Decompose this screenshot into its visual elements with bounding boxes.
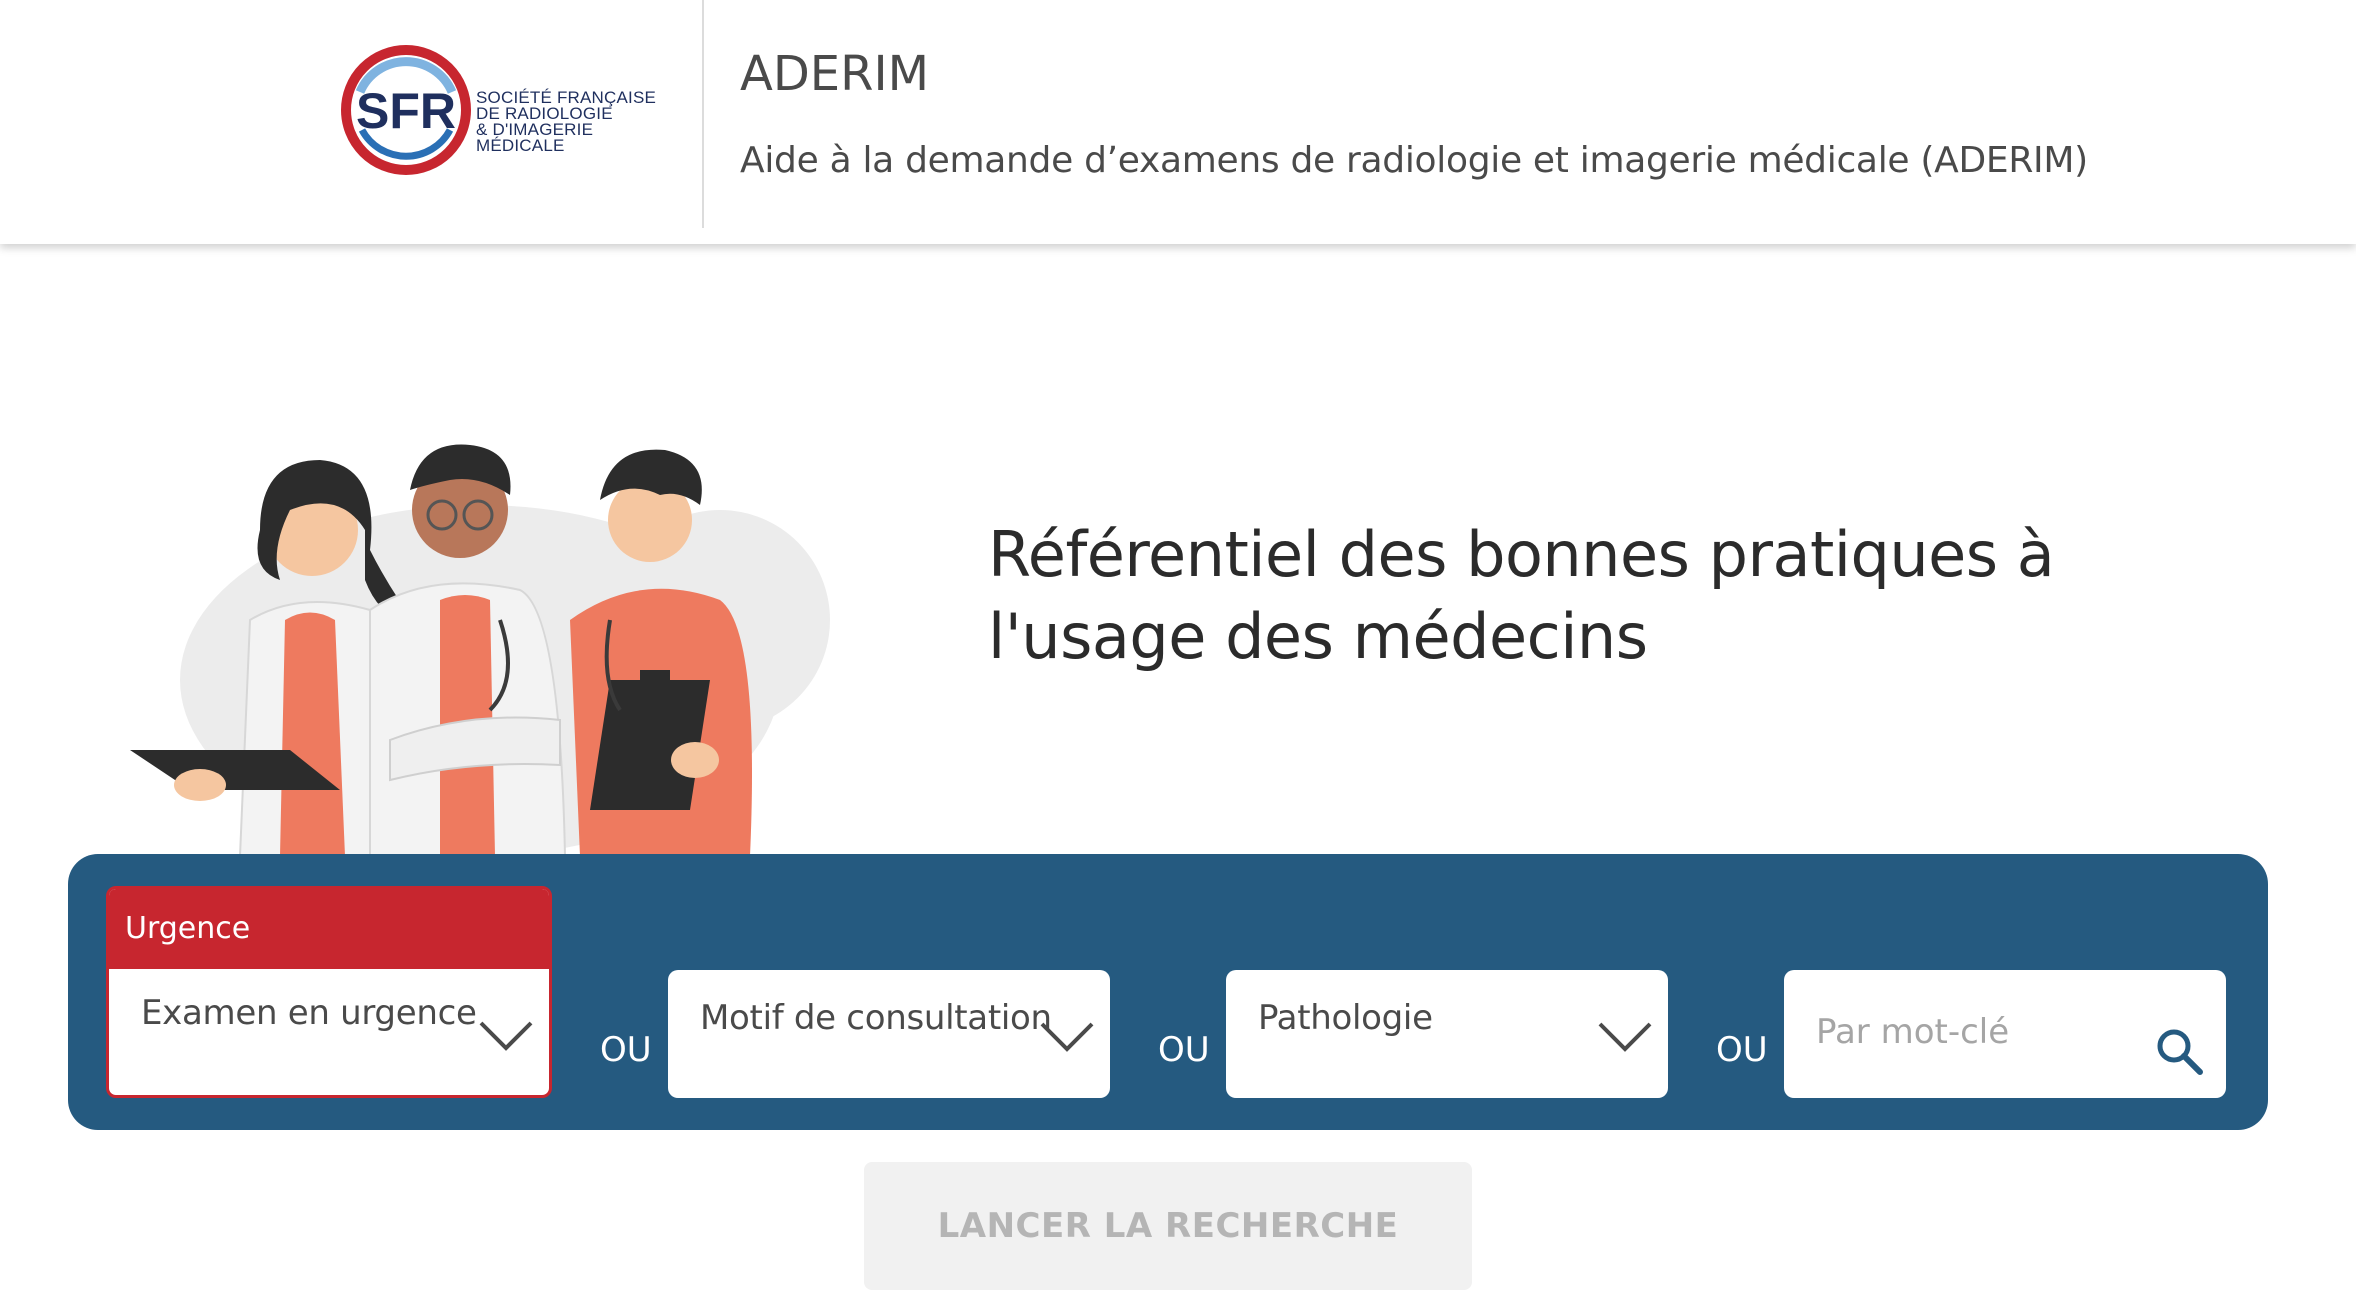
keyword-input[interactable]: Par mot-clé — [1784, 970, 2226, 1098]
motif-select[interactable]: Motif de consultation — [668, 970, 1110, 1098]
sfr-logo[interactable]: SFR SOCIÉTÉ FRANÇAISE DE RADIOLOGIE & D'… — [340, 44, 680, 184]
motif-value: Motif de consultation — [700, 998, 1052, 1038]
logo-line-3: & D'IMAGERIE MÉDICALE — [476, 120, 594, 155]
app-title: ADERIM — [740, 46, 930, 102]
doctors-illustration — [130, 444, 830, 856]
header-divider — [702, 0, 704, 228]
ou-separator-1: OU — [600, 1030, 652, 1070]
doctor-man-center — [369, 444, 567, 856]
hero-title-line-2: l'usage des médecins — [988, 600, 1648, 673]
chevron-down-icon — [479, 1021, 533, 1051]
sfr-logo-mark: SFR — [341, 45, 471, 175]
pathologie-select[interactable]: Pathologie — [1226, 970, 1668, 1098]
keyword-placeholder: Par mot-clé — [1816, 1012, 2010, 1052]
launch-search-button[interactable]: LANCER LA RECHERCHE — [864, 1162, 1472, 1290]
hero-title: Référentiel des bonnes pratiques à l'usa… — [988, 514, 2088, 678]
search-icon[interactable] — [2154, 1026, 2206, 1078]
hero-title-line-1: Référentiel des bonnes pratiques à — [988, 518, 2055, 591]
ou-separator-2: OU — [1158, 1030, 1210, 1070]
search-panel: Urgence Examen en urgence OU Motif de co… — [68, 854, 2268, 1130]
urgence-value: Examen en urgence — [141, 993, 477, 1033]
pathologie-value: Pathologie — [1258, 998, 1433, 1038]
chevron-down-icon — [1040, 1022, 1094, 1052]
site-header: SFR SOCIÉTÉ FRANÇAISE DE RADIOLOGIE & D'… — [0, 0, 2356, 244]
logo-initials: SFR — [356, 83, 456, 139]
ou-separator-3: OU — [1716, 1030, 1768, 1070]
urgence-select[interactable]: Urgence Examen en urgence — [106, 886, 552, 1098]
chevron-down-icon — [1598, 1022, 1652, 1052]
urgence-label: Urgence — [109, 889, 549, 969]
app-subtitle: Aide à la demande d’examens de radiologi… — [740, 140, 2088, 181]
logo-text: SOCIÉTÉ FRANÇAISE DE RADIOLOGIE & D'IMAG… — [476, 89, 680, 155]
